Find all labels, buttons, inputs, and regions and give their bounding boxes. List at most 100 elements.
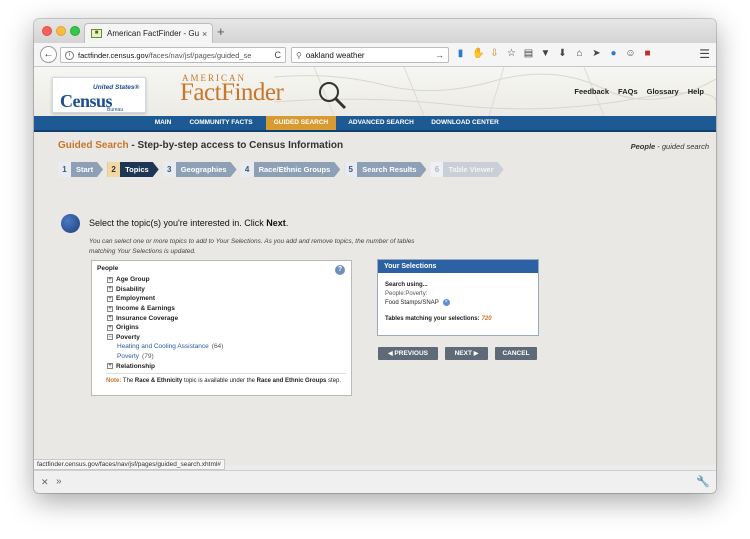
close-icon[interactable]: ✕ xyxy=(41,477,49,488)
help-link[interactable]: Help xyxy=(688,87,704,96)
reload-button[interactable]: C xyxy=(275,50,282,60)
expand-icon[interactable]: + xyxy=(107,324,113,331)
wrench-icon[interactable]: 🔧 xyxy=(696,475,710,488)
topic-tree: People ? + Age Group + Disability + Employm… xyxy=(91,260,352,396)
search-mode-label: People - guided search xyxy=(630,142,709,151)
addon-icon[interactable]: ■ xyxy=(642,47,653,61)
topic-age-group[interactable]: + Age Group xyxy=(107,275,223,285)
url-bar[interactable]: i factfinder.census.gov/faces/nav/jsf/pa… xyxy=(60,47,286,63)
selection-item: Food Stamps/SNAP × xyxy=(385,299,450,306)
reading-list-icon[interactable]: ▮ xyxy=(455,47,466,61)
send-icon[interactable]: ➤ xyxy=(591,47,602,61)
step-race-ethnic-groups[interactable]: 4 Race/Ethnic Groups xyxy=(241,162,341,177)
search-bar[interactable]: ⚲ oakland weather → xyxy=(291,47,449,63)
drop-icon[interactable]: ● xyxy=(608,47,619,61)
home-icon[interactable]: ⌂ xyxy=(574,47,585,61)
browser-window: ■ American FactFinder - Guid... × + ← i … xyxy=(34,19,716,493)
site-header: United States® Census Bureau AMERICAN Fa… xyxy=(34,67,716,116)
previous-button[interactable]: ◀ PREVIOUS xyxy=(378,347,438,360)
nav-guided-search[interactable]: GUIDED SEARCH xyxy=(266,116,336,130)
collapse-icon[interactable]: − xyxy=(107,334,113,341)
next-button[interactable]: NEXT ▶ xyxy=(445,347,488,360)
step-start[interactable]: 1 Start xyxy=(58,162,103,177)
topic-origins[interactable]: + Origins xyxy=(107,323,223,333)
search-using-label: Search using... xyxy=(385,282,428,288)
feedback-link[interactable]: Feedback xyxy=(574,87,609,96)
status-bar: factfinder.census.gov/faces/nav/jsf/page… xyxy=(34,459,225,470)
close-tab-icon[interactable]: × xyxy=(202,29,207,39)
download-icon[interactable]: ⇩ xyxy=(489,47,500,61)
your-selections-panel: Your Selections Search using... People:P… xyxy=(377,259,539,336)
topic-employment[interactable]: + Employment xyxy=(107,294,223,304)
logo-united-states: United States® xyxy=(93,84,140,91)
logo-census: Census xyxy=(60,91,113,111)
toolbar-icons: ▮ ✋ ⇩ ☆ ▤ ▼ ⬇ ⌂ ➤ ● ☺ ■ xyxy=(455,47,653,61)
main-nav: MAIN COMMUNITY FACTS GUIDED SEARCH ADVAN… xyxy=(34,116,716,132)
pocket-icon[interactable]: ▼ xyxy=(540,47,551,61)
step-search-results[interactable]: 5 Search Results xyxy=(344,162,426,177)
title-bar: ■ American FactFinder - Guid... × + xyxy=(34,19,716,43)
remove-selection-icon[interactable]: × xyxy=(442,299,450,306)
emoji-icon[interactable]: ☺ xyxy=(625,47,636,61)
grab-icon[interactable]: ✋ xyxy=(472,47,484,61)
selection-path: People:Poverty: xyxy=(385,291,428,297)
back-button[interactable]: ← xyxy=(40,46,57,63)
step-geographies[interactable]: 3 Geographies xyxy=(163,162,237,177)
new-tab-button[interactable]: + xyxy=(217,24,225,39)
subtopic-poverty[interactable]: Poverty (79) xyxy=(107,352,223,362)
expand-icon[interactable]: + xyxy=(107,295,113,302)
glossary-link[interactable]: Glossary xyxy=(647,87,679,96)
nav-main[interactable]: MAIN xyxy=(150,116,176,130)
faqs-link[interactable]: FAQs xyxy=(618,87,638,96)
race-ethnicity-note: Note: The Race & Ethnicity topic is avai… xyxy=(106,373,346,385)
step-topics[interactable]: 2 Topics xyxy=(107,162,159,177)
close-window-button[interactable] xyxy=(42,26,52,36)
url-text[interactable]: factfinder.census.gov/faces/nav/jsf/page… xyxy=(78,51,254,60)
topic-relationship[interactable]: + Relationship xyxy=(107,361,223,371)
logo-bureau: Bureau xyxy=(107,107,124,113)
expand-icon[interactable]: + xyxy=(107,315,113,322)
search-icon: ⚲ xyxy=(296,50,302,60)
clipboard-icon[interactable]: ▤ xyxy=(523,47,534,61)
topic-disability[interactable]: + Disability xyxy=(107,285,223,295)
expand-icon[interactable]: + xyxy=(107,363,113,370)
nav-community-facts[interactable]: COMMUNITY FACTS xyxy=(186,116,256,130)
expand-icon[interactable]: + xyxy=(107,305,113,312)
arrow-down-icon[interactable]: ⬇ xyxy=(557,47,568,61)
minimize-window-button[interactable] xyxy=(56,26,66,36)
factfinder-favicon-icon: ■ xyxy=(91,29,102,38)
expand-icon[interactable]: + xyxy=(107,286,113,293)
browser-tab[interactable]: ■ American FactFinder - Guid... × xyxy=(84,23,213,43)
star-icon[interactable]: ☆ xyxy=(506,47,517,61)
navigation-toolbar: ← i factfinder.census.gov/faces/nav/jsf/… xyxy=(34,43,716,67)
page-title: Guided Search - Step-by-step access to C… xyxy=(58,140,344,151)
topic-poverty[interactable]: − Poverty xyxy=(107,333,223,343)
menu-icon[interactable]: ☰ xyxy=(699,47,710,61)
selections-title: Your Selections xyxy=(378,260,538,273)
zoom-window-button[interactable] xyxy=(70,26,80,36)
bullet-icon xyxy=(61,214,80,233)
chevron-right-icon[interactable]: » xyxy=(56,476,62,487)
nav-advanced-search[interactable]: ADVANCED SEARCH xyxy=(344,116,418,130)
brand-factfinder[interactable]: FactFinder xyxy=(180,79,284,107)
right-arrow-icon: ▶ xyxy=(473,351,479,357)
census-logo[interactable]: United States® Census Bureau xyxy=(52,77,146,113)
cancel-button[interactable]: CANCEL xyxy=(495,347,537,360)
help-icon[interactable]: ? xyxy=(335,265,345,275)
topic-income-earnings[interactable]: + Income & Earnings xyxy=(107,304,223,314)
tab-title: American FactFinder - Guid... xyxy=(107,29,199,38)
magnifier-icon xyxy=(319,82,347,110)
topic-insurance-coverage[interactable]: + Insurance Coverage xyxy=(107,313,223,323)
subtopic-heating-cooling[interactable]: Heating and Cooling Assistance (64) xyxy=(107,342,223,352)
instruction-heading: Select the topic(s) you're interested in… xyxy=(89,218,289,228)
left-arrow-icon: ◀ xyxy=(387,351,393,357)
expand-icon[interactable]: + xyxy=(107,276,113,283)
info-icon[interactable]: i xyxy=(65,50,74,60)
search-go-button[interactable]: → xyxy=(435,50,444,60)
instruction-description: You can select one or more topics to add… xyxy=(89,238,415,255)
step-tabs: 1 Start 2 Topics 3 Geographies 4 Race/Ethnic… xyxy=(58,162,508,177)
topic-list: + Age Group + Disability + Employment + Inco… xyxy=(107,275,223,371)
topic-root-people: People xyxy=(97,265,119,272)
search-input[interactable]: oakland weather xyxy=(306,51,365,60)
nav-download-center[interactable]: DOWNLOAD CENTER xyxy=(428,116,502,130)
